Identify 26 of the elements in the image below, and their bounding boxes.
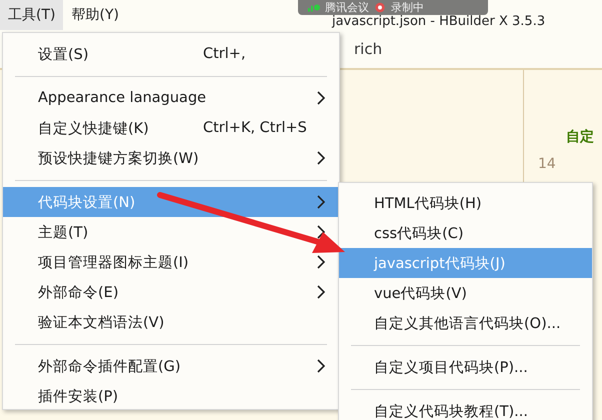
menu-item[interactable]: Appearance lanaguage <box>3 83 339 113</box>
menu-item[interactable]: 项目管理器图标主题(I) <box>3 247 339 277</box>
line-number: 14 <box>538 156 557 172</box>
menu-item[interactable]: 验证本文档语法(V) <box>3 307 339 337</box>
signal-icon <box>308 2 320 13</box>
menu-item[interactable]: css代码块(C) <box>339 218 592 248</box>
recording-status: 录制中 <box>391 1 424 14</box>
menu-bar-item[interactable]: 工具(T) <box>0 0 64 30</box>
menu-item[interactable]: 自定义代码块教程(T)... <box>339 396 592 420</box>
menu-item[interactable]: vue代码块(V) <box>339 278 592 308</box>
menu-item[interactable]: 自定义快捷键(K) Ctrl+K, Ctrl+S <box>3 113 339 143</box>
menu-item[interactable]: 预设快捷键方案切换(W) <box>3 143 339 173</box>
menu-item[interactable]: 设置(S) Ctrl+, <box>3 39 339 69</box>
menu-item[interactable]: 外部命令(E) <box>3 277 339 307</box>
window-title: javascript.json - HBuilder X 3.5.3 <box>332 14 546 29</box>
menu-item[interactable]: 自定义其他语言代码块(O)... <box>339 308 592 338</box>
menu-item[interactable]: 主题(T) <box>3 217 339 247</box>
menu-item[interactable]: 外部命令插件配置(G) <box>3 351 339 381</box>
editor-tab[interactable]: rich <box>354 40 382 58</box>
heading-text: 自定 <box>565 128 595 146</box>
menu-item[interactable]: 插件安装(P) <box>3 381 339 411</box>
menu-bar-item[interactable]: 帮助(Y) <box>63 0 127 30</box>
record-icon <box>374 2 386 13</box>
meeting-app-name: 腾讯会议 <box>325 1 369 14</box>
menu-item[interactable]: 自定义项目代码块(P)... <box>339 352 592 382</box>
menu-item[interactable]: HTML代码块(H) <box>339 188 592 218</box>
